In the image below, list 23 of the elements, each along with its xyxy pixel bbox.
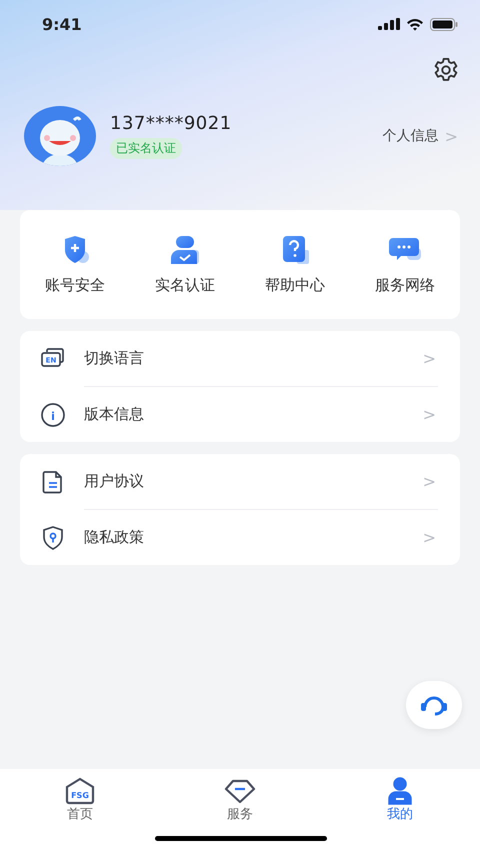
menu-item[interactable]: i 版本信息 > bbox=[40, 387, 460, 442]
personal-info-link[interactable]: 个人信息 > bbox=[382, 126, 458, 146]
shortcut-item[interactable]: 账号安全 bbox=[20, 236, 130, 295]
home-icon: FSG bbox=[64, 777, 96, 805]
menu-item[interactable]: 用户协议 > bbox=[40, 454, 460, 509]
diamond-icon bbox=[224, 777, 256, 805]
phone-number: 137****9021 bbox=[110, 113, 232, 134]
signal-icon bbox=[378, 18, 400, 30]
status-time: 9:41 bbox=[42, 14, 82, 34]
shortcut-item[interactable]: 实名认证 bbox=[130, 236, 240, 295]
info-icon: i bbox=[40, 402, 66, 428]
shortcut-item[interactable]: 帮助中心 bbox=[240, 236, 350, 295]
tab[interactable]: 服务 bbox=[160, 777, 320, 825]
tab[interactable]: 我的 bbox=[320, 777, 480, 825]
menu-item[interactable]: 隐私政策 > bbox=[40, 510, 460, 565]
shortcut-item[interactable]: 服务网络 bbox=[350, 236, 460, 295]
wifi-icon bbox=[406, 18, 424, 30]
settings-icon[interactable] bbox=[432, 56, 460, 84]
verified-badge: 已实名认证 bbox=[110, 138, 182, 159]
battery-icon bbox=[430, 18, 458, 30]
shield-icon bbox=[40, 524, 66, 550]
tab[interactable]: FSG 首页 bbox=[0, 777, 160, 825]
customer-service-button[interactable] bbox=[406, 681, 462, 729]
